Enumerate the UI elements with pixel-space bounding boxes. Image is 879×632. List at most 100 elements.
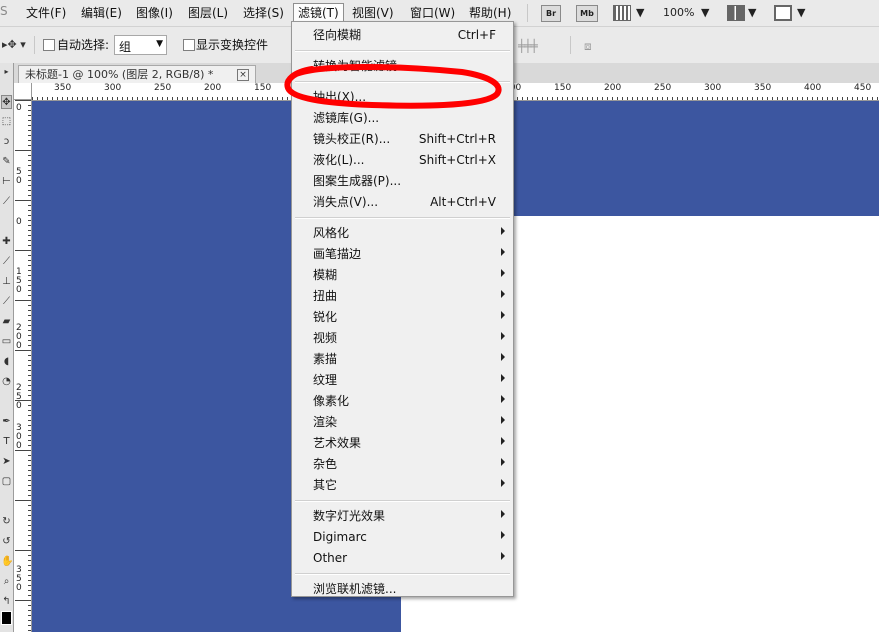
ruler-tick bbox=[797, 97, 798, 100]
filter-menu-item[interactable]: 模糊 bbox=[292, 265, 513, 285]
filter-menu-item[interactable]: 镜头校正(R)... Shift+Ctrl+R bbox=[292, 129, 513, 149]
zoom-level[interactable]: 100% bbox=[663, 4, 694, 22]
filter-menu-item[interactable]: 杂色 bbox=[292, 454, 513, 474]
filter-menu-item[interactable]: 素描 bbox=[292, 349, 513, 369]
filter-menu-item[interactable]: 画笔描边 bbox=[292, 244, 513, 264]
color-swap-icon[interactable]: ↰ bbox=[1, 595, 12, 609]
foreground-color-swatch[interactable] bbox=[1, 611, 12, 625]
ruler-tick bbox=[842, 97, 843, 100]
close-icon[interactable]: × bbox=[237, 69, 249, 81]
healing-brush-tool-icon[interactable]: ✚ bbox=[1, 235, 12, 249]
filter-menu-item[interactable]: Digimarc bbox=[292, 527, 513, 547]
filter-menu-item[interactable]: 转换为智能滤镜 bbox=[292, 56, 513, 76]
ruler-tick bbox=[28, 630, 31, 631]
blur-tool-icon[interactable]: ◖ bbox=[1, 355, 12, 369]
filter-menu-item[interactable]: 视频 bbox=[292, 328, 513, 348]
filter-menu-item[interactable]: 滤镜库(G)... bbox=[292, 108, 513, 128]
chevron-down-icon[interactable]: ▼ bbox=[797, 4, 805, 22]
mini-bridge-button[interactable]: Mb bbox=[576, 5, 598, 22]
ruler-tick bbox=[28, 385, 31, 386]
ruler-tick bbox=[237, 97, 238, 100]
gradient-tool-icon[interactable]: ▭ bbox=[1, 335, 12, 349]
eraser-tool-icon[interactable]: ▰ bbox=[1, 315, 12, 329]
auto-select-checkbox[interactable] bbox=[43, 39, 55, 51]
ruler-tick bbox=[267, 97, 268, 100]
menu-window[interactable]: 窗口(W) bbox=[406, 4, 459, 22]
document-tab[interactable]: 未标题-1 @ 100% (图层 2, RGB/8) * × bbox=[18, 65, 256, 83]
filter-menu-item[interactable]: 其它 bbox=[292, 475, 513, 495]
filter-menu-item[interactable]: 抽出(X)... bbox=[292, 87, 513, 107]
chevron-down-icon[interactable]: ▼ bbox=[636, 4, 644, 22]
filter-menu-item[interactable]: Other bbox=[292, 548, 513, 568]
3d-rotate-tool-icon[interactable]: ↻ bbox=[1, 515, 12, 529]
ruler-origin[interactable] bbox=[14, 83, 32, 100]
zoom-tool-icon[interactable]: ⌕ bbox=[1, 575, 12, 589]
ruler-label: 3 5 0 bbox=[16, 565, 22, 593]
menu-item-label: 模糊 bbox=[313, 268, 338, 282]
filter-menu-item[interactable]: 纹理 bbox=[292, 370, 513, 390]
path-select-tool-icon[interactable]: ➤ bbox=[1, 455, 12, 469]
arrange-documents-icon[interactable] bbox=[727, 5, 745, 21]
marquee-tool-icon[interactable]: ⬚ bbox=[1, 115, 12, 129]
filter-menu-item[interactable]: 消失点(V)... Alt+Ctrl+V bbox=[292, 192, 513, 212]
align-icons[interactable]: ╪╪╪ bbox=[518, 39, 538, 53]
filter-menu-item[interactable]: 风格化 bbox=[292, 223, 513, 243]
filter-menu-item[interactable]: 渲染 bbox=[292, 412, 513, 432]
menu-item-label: 液化(L)... bbox=[313, 153, 365, 167]
3d-orbit-tool-icon[interactable]: ↺ bbox=[1, 535, 12, 549]
crop-tool-icon[interactable]: ⊢ bbox=[1, 175, 12, 189]
hand-tool-icon[interactable]: ✋ bbox=[1, 555, 13, 569]
ruler-tick bbox=[52, 97, 53, 100]
pen-tool-icon[interactable]: ✒ bbox=[1, 415, 12, 429]
menu-item-label: 镜头校正(R)... bbox=[313, 132, 391, 146]
chevron-down-icon[interactable]: ▼ bbox=[701, 4, 709, 22]
brush-tool-icon[interactable]: ⟋ bbox=[1, 255, 12, 269]
eyedropper-tool-icon[interactable]: ⟋ bbox=[1, 195, 12, 209]
menu-help[interactable]: 帮助(H) bbox=[465, 4, 515, 22]
ruler-tick bbox=[28, 255, 31, 256]
chevron-down-icon[interactable]: ▼ bbox=[748, 4, 756, 22]
bridge-button[interactable]: Br bbox=[541, 5, 561, 22]
screen-mode-icon[interactable] bbox=[774, 5, 792, 21]
menu-file[interactable]: 文件(F) bbox=[22, 4, 70, 22]
ruler-tick bbox=[77, 97, 78, 100]
filter-menu-item[interactable]: 图案生成器(P)... bbox=[292, 171, 513, 191]
dodge-tool-icon[interactable]: ◔ bbox=[1, 375, 12, 389]
filter-menu-item[interactable]: 数字灯光效果 bbox=[292, 506, 513, 526]
lasso-tool-icon[interactable]: ↄ bbox=[1, 135, 12, 149]
move-tool-icon[interactable]: ▸✥ ▾ bbox=[2, 37, 26, 53]
shape-tool-icon[interactable]: ▢ bbox=[1, 475, 12, 489]
ruler-tick bbox=[587, 97, 588, 100]
auto-select-dropdown[interactable]: 组 ▼ bbox=[114, 35, 167, 55]
view-extras-icon[interactable] bbox=[613, 5, 631, 21]
menu-layer[interactable]: 图层(L) bbox=[184, 4, 232, 22]
quick-select-tool-icon[interactable]: ✎ bbox=[1, 155, 12, 169]
ruler-tick bbox=[182, 97, 183, 100]
submenu-arrow-icon bbox=[501, 374, 505, 382]
ruler-tick bbox=[28, 175, 31, 176]
history-brush-tool-icon[interactable]: ⟋ bbox=[1, 295, 12, 309]
show-transform-checkbox[interactable] bbox=[183, 39, 195, 51]
clone-stamp-tool-icon[interactable]: ⊥ bbox=[1, 275, 12, 289]
ruler-tick bbox=[28, 485, 31, 486]
ruler-tick bbox=[712, 97, 713, 100]
filter-menu-item[interactable]: 液化(L)... Shift+Ctrl+X bbox=[292, 150, 513, 170]
submenu-arrow-icon bbox=[501, 269, 505, 277]
auto-align-icon[interactable]: ⧈ bbox=[584, 39, 592, 54]
filter-menu-item[interactable]: 像素化 bbox=[292, 391, 513, 411]
ruler-tick bbox=[67, 97, 68, 100]
filter-menu-item[interactable]: 艺术效果 bbox=[292, 433, 513, 453]
menu-filter[interactable]: 滤镜(T) bbox=[293, 3, 344, 23]
vertical-ruler[interactable]: 0 5 0 0 1 5 0 2 0 0 2 5 0 3 0 0 3 5 0 bbox=[14, 100, 32, 632]
ruler-tick bbox=[28, 220, 31, 221]
move-tool-icon[interactable]: ✥ bbox=[1, 95, 12, 109]
filter-menu-item[interactable]: 锐化 bbox=[292, 307, 513, 327]
menu-select[interactable]: 选择(S) bbox=[239, 4, 288, 22]
filter-menu-item[interactable]: 径向模糊 Ctrl+F bbox=[292, 25, 513, 45]
menu-image[interactable]: 图像(I) bbox=[132, 4, 177, 22]
filter-menu-item[interactable]: 浏览联机滤镜... bbox=[292, 579, 513, 599]
menu-edit[interactable]: 编辑(E) bbox=[77, 4, 126, 22]
menu-view[interactable]: 视图(V) bbox=[348, 4, 398, 22]
type-tool-icon[interactable]: T bbox=[1, 435, 12, 449]
filter-menu-item[interactable]: 扭曲 bbox=[292, 286, 513, 306]
